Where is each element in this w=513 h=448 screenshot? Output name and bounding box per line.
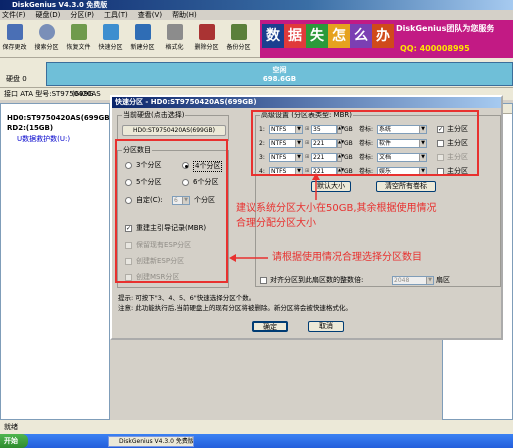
menu-partition[interactable]: 分区(P) <box>70 11 94 19</box>
disk-free-block[interactable]: 空闲 698.6GB <box>46 62 513 86</box>
menu-tools[interactable]: 工具(T) <box>104 11 128 19</box>
banner-char: 失 <box>306 24 328 48</box>
disk-free-size: 698.6GB <box>262 75 297 83</box>
tree-item-usb[interactable]: U数据救护数(U:) <box>17 134 70 144</box>
banner-char: 据 <box>284 24 306 48</box>
recover-icon <box>70 24 87 40</box>
clear-labels-button[interactable]: 清空所有卷标 <box>376 181 436 192</box>
backup-partition-button[interactable]: 备份分区 <box>226 22 251 56</box>
disk-tree: HD0:ST9750420AS(699GB RD2:(15GB) U数据救护数(… <box>0 103 110 420</box>
search-partition-button[interactable]: 搜索分区 <box>34 22 59 56</box>
ad-banner[interactable]: 数 据 失 怎 么 办 DiskGenius团队为您服务 QQ: 4000089… <box>260 20 513 58</box>
banner-char: 数 <box>262 24 284 48</box>
arrow-head-sizes <box>312 173 320 180</box>
align-unit: 扇区 <box>436 276 450 284</box>
start-button[interactable]: 开始 <box>0 434 28 448</box>
annotation-count-note: 请根据使用情况合理选择分区数目 <box>272 252 422 263</box>
format-icon <box>166 24 183 40</box>
save-changes-button[interactable]: 保存更改 <box>2 22 27 56</box>
tree-item-hd0[interactable]: HD0:ST9750420AS(699GB <box>7 114 110 122</box>
menu-file[interactable]: 文件(F) <box>2 11 26 19</box>
annotation-box-count <box>115 139 228 283</box>
dialog-title: 快速分区 - HD0:ST9750420AS(699GB) <box>112 97 501 108</box>
current-disk-button[interactable]: HD0:ST9750420AS(699GB) <box>122 125 226 136</box>
delete-partition-button[interactable]: 删除分区 <box>194 22 219 56</box>
taskbar-item-diskgenius[interactable]: DiskGenius V4.3.0 免费版 <box>108 436 194 447</box>
toolbar: 保存更改 搜索分区 恢复文件 快速分区 新建分区 格式化 删除分区 备份分区 <box>0 20 260 58</box>
banner-char: 怎 <box>328 24 350 48</box>
delete-icon <box>198 24 215 40</box>
annotation-size-note-1: 建议系统分区大小在50GB,其余根据使用情况 <box>236 203 437 214</box>
taskbar <box>0 434 513 448</box>
status-bar: 就绪 <box>0 420 513 434</box>
format-button[interactable]: 格式化 <box>162 22 187 56</box>
disk-label: 硬盘 0 <box>6 75 27 83</box>
annotation-size-note-2: 合理分配分区大小 <box>236 218 316 229</box>
new-partition-button[interactable]: 新建分区 <box>130 22 155 56</box>
menu-help[interactable]: 帮助(H) <box>172 11 197 19</box>
banner-slogan: DiskGenius团队为您服务 <box>396 24 495 33</box>
menu-bar: 文件(F) 硬盘(D) 分区(P) 工具(T) 查看(V) 帮助(H) <box>0 10 260 20</box>
chevron-down-icon: ▼ <box>426 277 433 284</box>
disk-info-trailing: (699G <box>72 90 94 98</box>
align-label: 对齐分区到此扇区数的整数倍: <box>270 276 364 284</box>
quick-partition-button[interactable]: 快速分区 <box>98 22 123 56</box>
banner-char: 办 <box>372 24 394 48</box>
backup-icon <box>230 24 247 40</box>
window-title: DiskGenius V4.3.0 免费版 <box>0 0 513 10</box>
cancel-button[interactable]: 取消 <box>308 321 344 332</box>
align-select[interactable]: 2048 ▼ <box>392 276 434 285</box>
current-disk-label: 当前硬盘(点击选择) <box>122 111 186 120</box>
menu-disk[interactable]: 硬盘(D) <box>36 11 61 19</box>
disk-free-name: 空闲 <box>272 66 287 74</box>
warning-text: 注意: 此功能执行后,当前硬盘上的现有分区将被删除。新分区将会被快速格式化。 <box>118 304 352 312</box>
ok-button[interactable]: 确定 <box>252 321 288 332</box>
current-disk-group: 当前硬盘(点击选择) HD0:ST9750420AS(699GB) <box>117 111 229 141</box>
recover-files-button[interactable]: 恢复文件 <box>66 22 91 56</box>
banner-char: 么 <box>350 24 372 48</box>
tree-item-rd2[interactable]: RD2:(15GB) <box>7 124 53 132</box>
tip-text: 提示: 可按下"3、4、5、6"快速选择分区个数。 <box>118 294 256 302</box>
quick-partition-icon <box>102 24 119 40</box>
align-checkbox[interactable] <box>260 277 267 284</box>
banner-qq: QQ: 400008995 <box>400 44 470 53</box>
annotation-box-sizes <box>251 110 479 176</box>
save-icon <box>6 24 23 40</box>
search-icon <box>38 24 55 40</box>
new-partition-icon <box>134 24 151 40</box>
menu-view[interactable]: 查看(V) <box>138 11 162 19</box>
align-value: 2048 <box>394 277 410 284</box>
arrow-head-count <box>229 254 236 262</box>
